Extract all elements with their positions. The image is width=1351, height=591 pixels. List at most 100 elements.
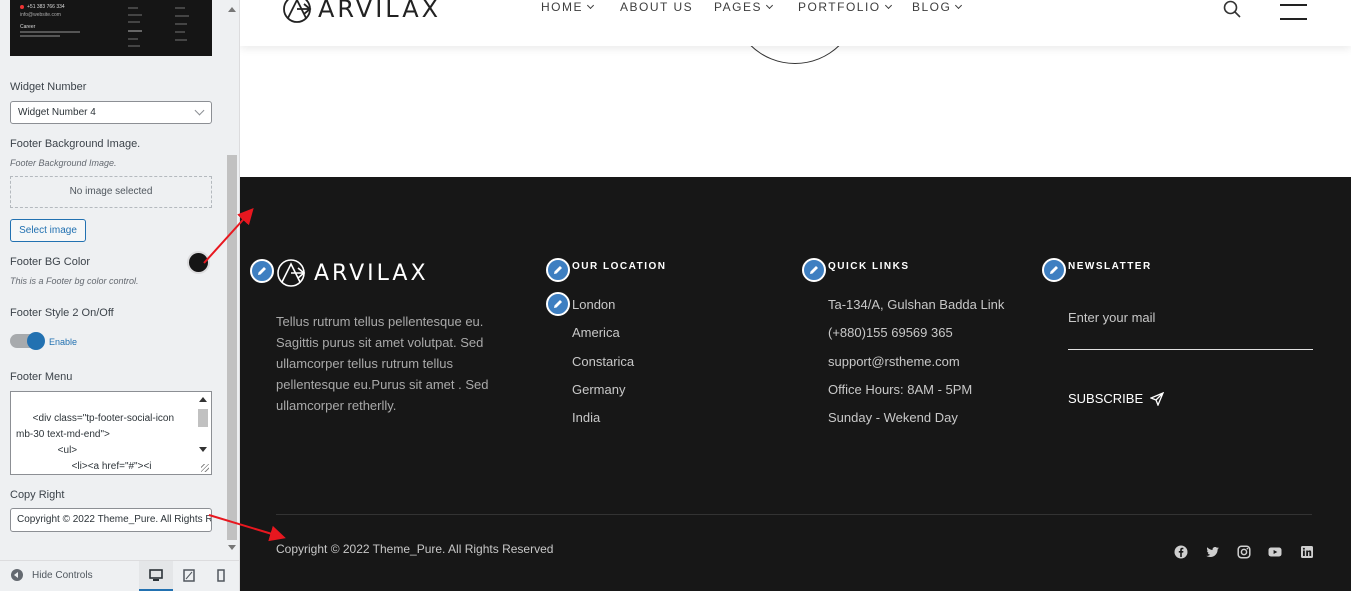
footer-menu-value: <div class="tp-footer-social-icon mb-30 … [16, 413, 175, 472]
scroll-down-icon[interactable] [199, 447, 207, 452]
twitter-icon[interactable] [1206, 545, 1220, 559]
customizer-screen: +51 383 766 334 info@website.com Career … [0, 0, 1351, 591]
thumb-line [20, 35, 60, 37]
quick-link-phone[interactable]: (+880)155 69569 365 [828, 326, 1004, 354]
quick-links-heading: QUICK LINKS [828, 261, 910, 272]
location-item-london[interactable]: London [572, 297, 634, 326]
footer-bg-image-description: Footer Background Image. [10, 158, 117, 168]
logo-mark-icon [277, 259, 306, 287]
footer-copyright: Copyright © 2022 Theme_Pure. All Rights … [276, 542, 554, 556]
tablet-icon [183, 569, 195, 582]
thumb-line [128, 7, 138, 9]
nav-item-portfolio[interactable]: PORTFOLIO [798, 0, 892, 14]
location-list: London America Constarica Germany India [572, 297, 634, 439]
sidebar-scrollbar[interactable] [225, 0, 237, 555]
footer-style2-label: Footer Style 2 On/Off [10, 307, 114, 319]
image-placeholder[interactable]: No image selected [10, 176, 212, 208]
newsletter-email-input[interactable]: Enter your mail [1068, 310, 1155, 325]
footer-logo-text: ARVILAX [314, 260, 429, 286]
toggle-label: Enable [49, 337, 78, 347]
footer-about-text: Tellus rutrum tellus pellentesque eu. Sa… [276, 314, 489, 413]
location-item-india[interactable]: India [572, 411, 634, 439]
mobile-preview-button[interactable] [207, 561, 239, 591]
textarea-scrollbar[interactable] [197, 393, 209, 463]
thumb-phone: +51 383 766 334 [27, 4, 65, 10]
linkedin-icon[interactable] [1300, 545, 1314, 559]
edit-pencil-icon[interactable] [250, 259, 274, 283]
nav-item-about-us[interactable]: ABOUT US [620, 0, 693, 14]
widget-number-value: Widget Number 4 [18, 107, 96, 118]
scroll-down-icon[interactable] [228, 545, 236, 550]
nav-label: PORTFOLIO [798, 0, 881, 14]
thumb-line [175, 31, 185, 33]
customizer-sidebar: +51 383 766 334 info@website.com Career … [0, 0, 240, 591]
desktop-preview-button[interactable] [139, 561, 173, 591]
customizer-footer-controls: Hide Controls [0, 560, 239, 591]
thumb-line [128, 14, 142, 16]
copy-right-input[interactable]: Copyright © 2022 Theme_Pure. All Rights … [10, 508, 212, 532]
toggle-knob[interactable] [27, 332, 45, 350]
chevron-down-icon [194, 105, 205, 116]
scrollbar-thumb[interactable] [227, 155, 237, 540]
nav-item-blog[interactable]: BLOG [912, 0, 963, 14]
resize-handle-icon[interactable] [201, 464, 209, 472]
thumb-email: info@website.com [20, 12, 61, 18]
quick-links-list: Ta-134/A, Gulshan Badda Link (+880)155 6… [828, 297, 1004, 439]
quick-link-address[interactable]: Ta-134/A, Gulshan Badda Link [828, 297, 1004, 326]
site-preview: ARVILAX HOME ABOUT US PAGES PORTFOLIO BL… [240, 0, 1351, 591]
search-icon[interactable] [1223, 0, 1241, 18]
chevron-down-icon [765, 1, 774, 10]
thumb-line [128, 45, 140, 47]
footer-style2-toggle[interactable] [10, 332, 45, 350]
select-image-button[interactable]: Select image [10, 219, 86, 242]
logo-mark-icon [283, 0, 312, 23]
edit-pencil-icon[interactable] [546, 258, 570, 282]
copy-right-label: Copy Right [10, 489, 65, 501]
quick-link-office-hours[interactable]: Office Hours: 8AM - 5PM [828, 382, 1004, 411]
edit-pencil-icon[interactable] [1042, 258, 1066, 282]
edit-pencil-icon[interactable] [802, 258, 826, 282]
footer-menu-textarea[interactable]: <div class="tp-footer-social-icon mb-30 … [10, 391, 212, 475]
header-logo[interactable]: ARVILAX [282, 0, 441, 24]
subscribe-label: SUBSCRIBE [1068, 391, 1144, 406]
location-heading: OUR LOCATION [572, 261, 667, 272]
menu-burger-icon[interactable] [1280, 4, 1307, 32]
quick-link-weekend[interactable]: Sunday - Wekend Day [828, 411, 1004, 439]
chevron-down-icon [586, 1, 595, 10]
location-item-constarica[interactable]: Constarica [572, 354, 634, 383]
collapse-icon[interactable] [11, 569, 23, 581]
color-picker-swatch[interactable] [187, 251, 210, 274]
thumb-line [128, 30, 142, 32]
desktop-icon [149, 569, 163, 581]
scroll-up-icon[interactable] [199, 397, 207, 402]
thumb-line [20, 31, 80, 33]
edit-pencil-icon[interactable] [546, 292, 570, 316]
location-item-germany[interactable]: Germany [572, 382, 634, 411]
scrollbar-thumb[interactable] [198, 409, 208, 427]
nav-label: PAGES [714, 0, 762, 14]
widget-number-label: Widget Number [10, 81, 87, 93]
nav-label: ABOUT US [620, 0, 694, 14]
footer-logo[interactable]: ARVILAX [276, 258, 429, 288]
hide-controls-button[interactable]: Hide Controls [32, 570, 93, 581]
site-footer: ARVILAX Tellus rutrum tellus pellentesqu… [240, 177, 1351, 591]
newsletter-heading: NEWSLATTER [1068, 261, 1152, 272]
location-item-america[interactable]: America [572, 326, 634, 354]
thumb-line [175, 7, 185, 9]
chevron-down-icon [955, 1, 963, 10]
tablet-preview-button[interactable] [173, 561, 207, 591]
footer-preview-thumbnail: +51 383 766 334 info@website.com Career [10, 0, 212, 56]
thumb-line [175, 15, 189, 17]
facebook-icon[interactable] [1174, 545, 1188, 559]
nav-item-pages[interactable]: PAGES [714, 0, 774, 14]
subscribe-button[interactable]: SUBSCRIBE [1068, 391, 1165, 406]
nav-label: BLOG [912, 0, 952, 14]
scroll-up-icon[interactable] [228, 7, 236, 12]
thumb-line [175, 23, 187, 25]
send-icon [1150, 391, 1165, 406]
widget-number-select[interactable]: Widget Number 4 [10, 101, 212, 124]
youtube-icon[interactable] [1268, 545, 1282, 559]
quick-link-email[interactable]: support@rstheme.com [828, 354, 1004, 383]
nav-item-home[interactable]: HOME [541, 0, 595, 14]
instagram-icon[interactable] [1237, 545, 1251, 559]
